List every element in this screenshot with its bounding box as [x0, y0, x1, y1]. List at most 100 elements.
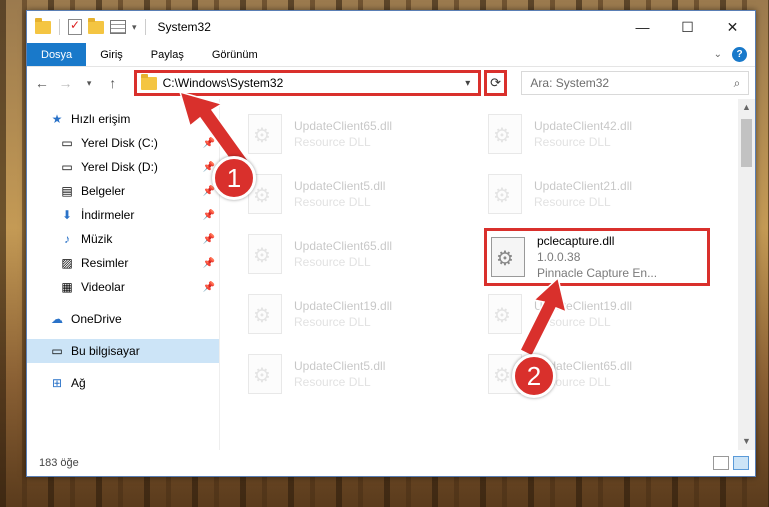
annotation-badge-1: 1 — [212, 156, 256, 200]
sidebar-item-drive-c[interactable]: ▭ Yerel Disk (C:) 📌 — [27, 131, 219, 155]
sidebar-item-label: OneDrive — [71, 312, 122, 326]
tab-view[interactable]: Görünüm — [198, 43, 272, 66]
dll-file-icon — [488, 294, 522, 334]
properties-icon[interactable] — [110, 20, 126, 34]
expand-ribbon-icon[interactable]: ⌄ — [714, 49, 722, 60]
ribbon-right: ⌄ ? — [714, 43, 755, 66]
sidebar-item-videos[interactable]: ▦ Videolar 📌 — [27, 275, 219, 299]
divider — [59, 19, 60, 35]
close-button[interactable]: ✕ — [710, 11, 755, 43]
file-item[interactable]: UpdateClient19.dll Resource DLL — [248, 289, 478, 339]
window-controls: — ☐ ✕ — [620, 11, 755, 43]
file-item[interactable]: UpdateClient65.dll Resource DLL — [248, 229, 478, 279]
search-input[interactable]: Ara: System32 ⌕ — [521, 71, 749, 95]
file-meta: pclecapture.dll 1.0.0.38 Pinnacle Captur… — [537, 233, 657, 281]
file-meta: UpdateClient19.dll Resource DLL — [534, 298, 632, 330]
sidebar-item-onedrive[interactable]: ☁ OneDrive — [27, 307, 219, 331]
file-type: Resource DLL — [534, 135, 611, 149]
tab-file[interactable]: Dosya — [27, 43, 87, 66]
sidebar-item-network[interactable]: ⊞ Ağ — [27, 371, 219, 395]
sidebar-item-label: Ağ — [71, 376, 86, 390]
address-text: C:\Windows\System32 — [162, 76, 284, 90]
sidebar-item-label: Yerel Disk (C:) — [81, 136, 158, 150]
scroll-up-icon[interactable]: ▲ — [738, 99, 755, 116]
minimize-button[interactable]: — — [620, 11, 665, 43]
file-item[interactable]: UpdateClient21.dll Resource DLL — [488, 169, 718, 219]
sidebar-item-downloads[interactable]: ⬇ İndirmeler 📌 — [27, 203, 219, 227]
file-type: Resource DLL — [294, 255, 371, 269]
file-name: UpdateClient19.dll — [534, 299, 633, 313]
title-bar: ▾ System32 — ☐ ✕ — [27, 11, 755, 43]
computer-icon: ▭ — [51, 344, 63, 358]
tiles-view-icon[interactable] — [733, 456, 749, 470]
file-name: pclecapture.dll — [537, 234, 615, 248]
pin-icon[interactable]: 📌 — [203, 234, 215, 245]
file-item[interactable]: UpdateClient65.dll Resource DLL — [248, 109, 478, 159]
recent-locations-icon[interactable]: ▾ — [80, 78, 98, 89]
sidebar-item-pictures[interactable]: ▨ Resimler 📌 — [27, 251, 219, 275]
file-meta: UpdateClient5.dll Resource DLL — [294, 358, 385, 390]
file-name: UpdateClient21.dll — [534, 179, 633, 193]
customize-dropdown-icon[interactable]: ▾ — [132, 22, 137, 33]
annotation-badge-2: 2 — [512, 354, 556, 398]
file-type: Resource DLL — [294, 315, 371, 329]
scroll-thumb[interactable] — [741, 119, 752, 167]
search-icon[interactable]: ⌕ — [726, 76, 748, 91]
file-item[interactable]: UpdateClient5.dll Resource DLL — [248, 169, 478, 219]
scroll-down-icon[interactable]: ▼ — [738, 433, 755, 450]
pin-icon[interactable]: 📌 — [203, 282, 215, 293]
sidebar-item-label: Belgeler — [81, 184, 126, 198]
file-meta: UpdateClient65.dll Resource DLL — [294, 238, 392, 270]
file-name: UpdateClient65.dll — [294, 119, 393, 133]
refresh-button[interactable]: ⟳ — [483, 70, 508, 96]
pin-icon[interactable]: 📌 — [203, 210, 215, 221]
file-item[interactable]: UpdateClient42.dll Resource DLL — [488, 109, 718, 159]
back-arrow-icon[interactable]: ← — [33, 75, 51, 91]
vertical-scrollbar[interactable]: ▲ ▼ — [738, 99, 755, 450]
tab-home[interactable]: Giriş — [86, 43, 137, 66]
up-arrow-icon[interactable]: ↑ — [104, 75, 122, 91]
sidebar-item-drive-d[interactable]: ▭ Yerel Disk (D:) 📌 — [27, 155, 219, 179]
document-icon: ▤ — [61, 184, 73, 198]
view-toggle — [713, 456, 755, 470]
file-meta: UpdateClient65.dll Resource DLL — [294, 118, 392, 150]
chevron-down-icon[interactable]: ▾ — [458, 78, 478, 89]
forward-arrow-icon[interactable]: → — [57, 75, 75, 91]
tab-share[interactable]: Paylaş — [137, 43, 198, 66]
file-type: Resource DLL — [294, 135, 371, 149]
help-icon[interactable]: ? — [732, 47, 747, 62]
sidebar-item-this-pc[interactable]: ▭ Bu bilgisayar — [27, 339, 219, 363]
star-icon: ★ — [51, 112, 63, 126]
video-icon: ▦ — [61, 280, 73, 294]
cloud-icon: ☁ — [51, 312, 63, 326]
file-name: UpdateClient65.dll — [294, 239, 393, 253]
navigation-bar: ← → ▾ ↑ C:\Windows\System32 ▾ ⟳ Ara: Sys… — [27, 67, 755, 99]
sidebar-item-quick-access[interactable]: ★ Hızlı erişim — [27, 107, 219, 131]
properties-check-icon[interactable] — [68, 18, 82, 35]
music-icon: ♪ — [64, 232, 70, 246]
file-item[interactable]: UpdateClient5.dll Resource DLL — [248, 349, 478, 399]
details-view-icon[interactable] — [713, 456, 729, 470]
sidebar-item-music[interactable]: ♪ Müzik 📌 — [27, 227, 219, 251]
main-area: ★ Hızlı erişim ▭ Yerel Disk (C:) 📌 ▭ Yer… — [27, 99, 755, 450]
drive-icon: ▭ — [61, 160, 73, 174]
highlighted-file-item[interactable]: pclecapture.dll 1.0.0.38 Pinnacle Captur… — [484, 228, 710, 286]
file-list: UpdateClient65.dll Resource DLL UpdateCl… — [219, 99, 755, 450]
new-folder-icon[interactable] — [88, 17, 104, 34]
maximize-button[interactable]: ☐ — [665, 11, 710, 43]
dll-file-icon — [248, 354, 282, 394]
address-bar[interactable]: C:\Windows\System32 ▾ — [133, 70, 481, 96]
sidebar-item-label: İndirmeler — [81, 208, 135, 222]
pin-icon[interactable]: 📌 — [203, 138, 215, 149]
file-type: Resource DLL — [294, 195, 371, 209]
file-name: UpdateClient5.dll — [294, 359, 386, 373]
drive-icon: ▭ — [61, 136, 73, 150]
dll-file-icon — [491, 237, 525, 277]
dll-file-icon — [248, 234, 282, 274]
file-item[interactable]: UpdateClient19.dll Resource DLL — [488, 289, 718, 339]
sidebar-item-label: Hızlı erişim — [71, 112, 131, 126]
pin-icon[interactable]: 📌 — [203, 258, 215, 269]
sidebar-item-documents[interactable]: ▤ Belgeler 📌 — [27, 179, 219, 203]
folder-icon[interactable] — [35, 17, 51, 34]
